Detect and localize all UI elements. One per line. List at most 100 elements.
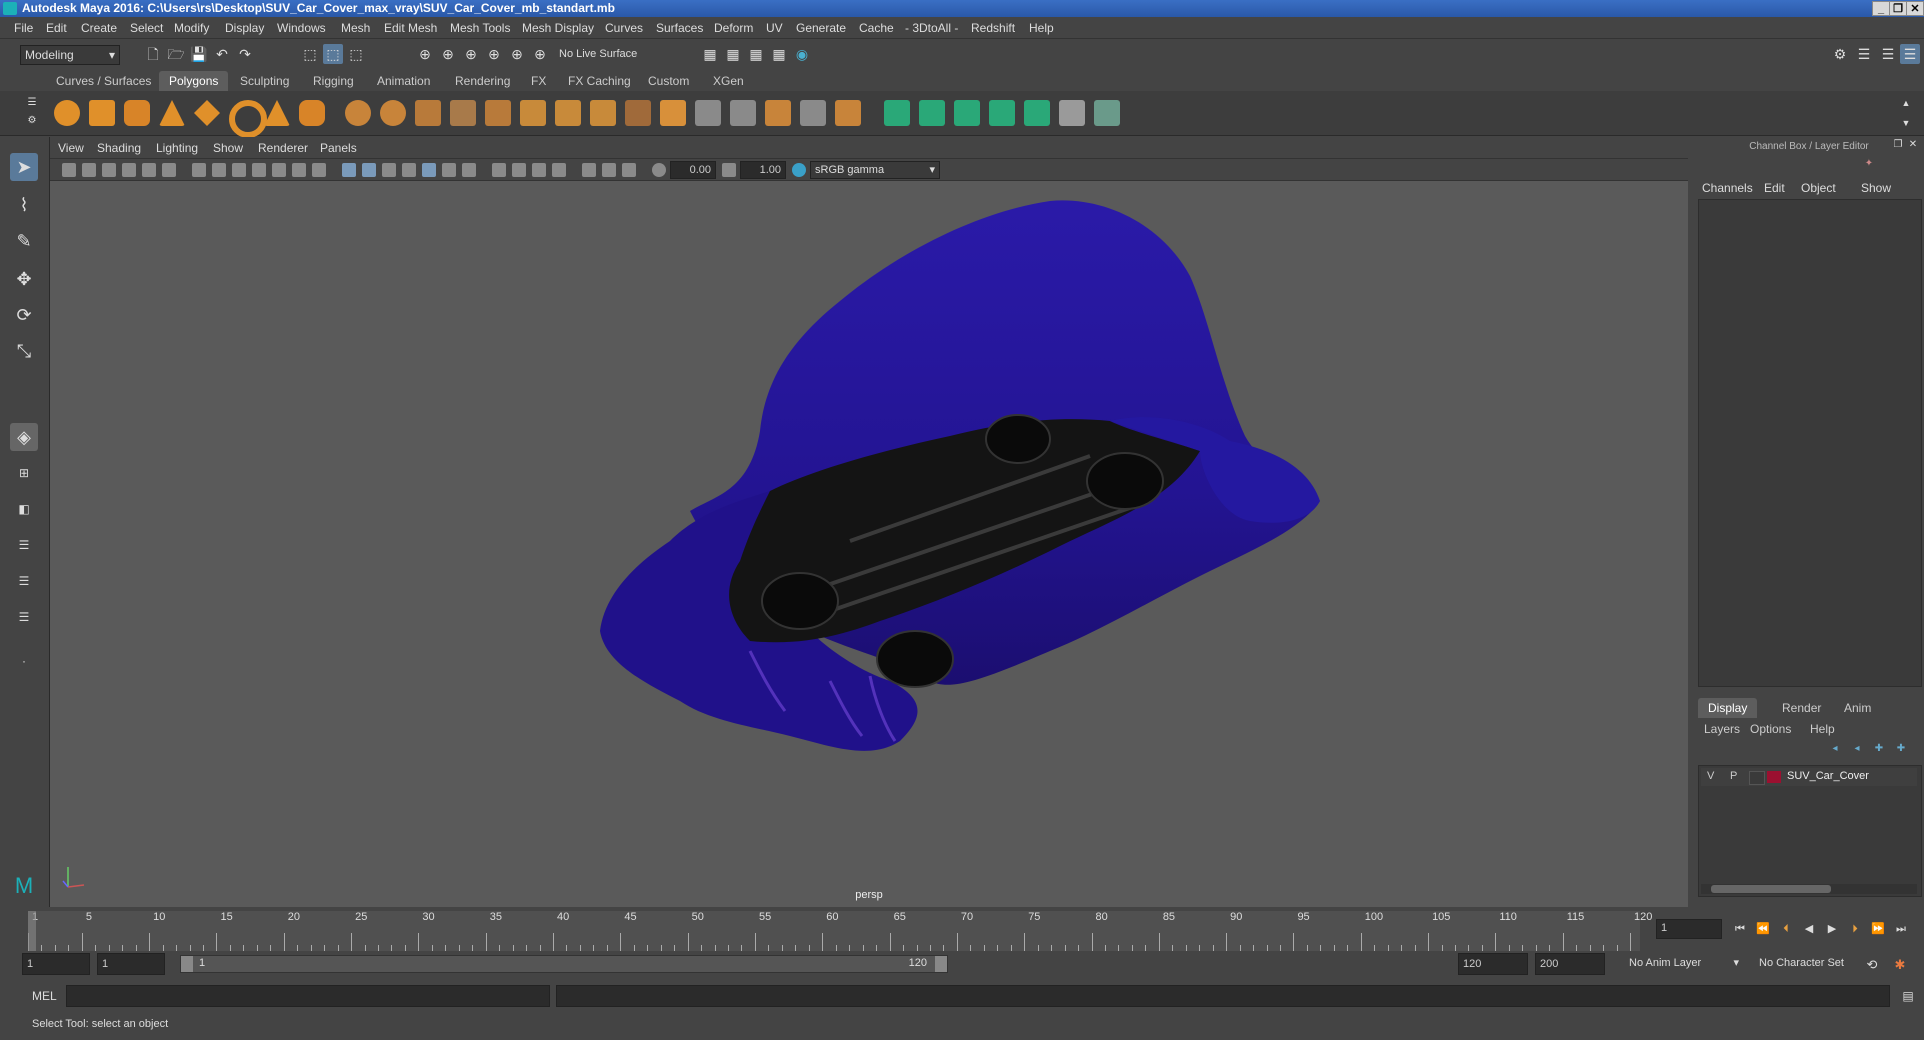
image-plane-icon[interactable] bbox=[122, 163, 136, 177]
time-ruler[interactable]: 1510152025303540455055606570758085909510… bbox=[28, 911, 1652, 951]
paint-select-icon[interactable]: ✎ bbox=[10, 227, 38, 255]
gamma-field[interactable]: 1.00 bbox=[740, 161, 786, 179]
step-forward-key-icon[interactable]: ⏩ bbox=[1868, 919, 1888, 939]
collapse-icon[interactable] bbox=[800, 100, 826, 126]
command-input[interactable] bbox=[66, 985, 550, 1007]
tab-rigging[interactable]: Rigging bbox=[303, 71, 364, 91]
menu-display[interactable]: Display bbox=[225, 21, 264, 35]
select-object-icon[interactable]: ⬚ bbox=[323, 44, 343, 64]
bridge-icon[interactable] bbox=[625, 100, 651, 126]
menu-mesh[interactable]: Mesh bbox=[341, 21, 370, 35]
smooth-icon[interactable] bbox=[450, 100, 476, 126]
tab-fx-caching[interactable]: FX Caching bbox=[558, 71, 641, 91]
extrude-icon[interactable] bbox=[555, 100, 581, 126]
tab-custom[interactable]: Custom bbox=[638, 71, 699, 91]
poly-pipe-icon[interactable] bbox=[299, 100, 325, 126]
menu-uv[interactable]: UV bbox=[766, 21, 783, 35]
combine-icon[interactable] bbox=[345, 100, 371, 126]
snap-point-icon[interactable]: ⊕ bbox=[461, 44, 481, 64]
rotate-tool-icon[interactable]: ⟳ bbox=[10, 301, 38, 329]
play-forwards-icon[interactable]: ▶ bbox=[1822, 919, 1842, 939]
playback-start-field[interactable]: 1 bbox=[97, 953, 165, 975]
auto-key-icon[interactable]: ⟲ bbox=[1862, 955, 1882, 975]
uv-cylindrical-icon[interactable] bbox=[919, 100, 945, 126]
suv-car-cover-model[interactable] bbox=[50, 181, 1688, 907]
menu-mesh-tools[interactable]: Mesh Tools bbox=[450, 21, 510, 35]
film-gate-icon[interactable] bbox=[212, 163, 226, 177]
layer-playback-toggle[interactable]: P bbox=[1730, 770, 1737, 782]
snap-live-icon[interactable]: ⊕ bbox=[507, 44, 527, 64]
attribute-editor-icon[interactable]: ☰ bbox=[1854, 44, 1874, 64]
wireframe-icon[interactable] bbox=[342, 163, 356, 177]
undo-icon[interactable]: ↶ bbox=[212, 44, 232, 64]
menu-mesh-display[interactable]: Mesh Display bbox=[522, 21, 594, 35]
tab-fx[interactable]: FX bbox=[521, 71, 556, 91]
color-management-icon[interactable] bbox=[792, 163, 806, 177]
grease-pencil-icon[interactable] bbox=[162, 163, 176, 177]
target-weld-icon[interactable] bbox=[730, 100, 756, 126]
menu-deform[interactable]: Deform bbox=[714, 21, 753, 35]
unfold-icon[interactable] bbox=[1094, 100, 1120, 126]
field-chart-icon[interactable] bbox=[272, 163, 286, 177]
move-layer-up-icon[interactable]: ◂ bbox=[1826, 741, 1844, 757]
shelf-scroll-up-icon[interactable]: ▲ bbox=[1896, 93, 1916, 113]
snap-view-plane-icon[interactable]: ⊕ bbox=[484, 44, 504, 64]
panel-menu-renderer[interactable]: Renderer bbox=[258, 141, 308, 155]
textured-icon[interactable] bbox=[402, 163, 416, 177]
append-icon[interactable] bbox=[660, 100, 686, 126]
extract-icon[interactable] bbox=[415, 100, 441, 126]
panel-menu-view[interactable]: View bbox=[58, 141, 84, 155]
snap-grid-icon[interactable]: ⊕ bbox=[415, 44, 435, 64]
panel-menu-panels[interactable]: Panels bbox=[320, 141, 357, 155]
menu-3dtoall[interactable]: - 3DtoAll - bbox=[905, 21, 958, 35]
uv-editor-icon[interactable] bbox=[1024, 100, 1050, 126]
move-layer-down-icon[interactable]: ◂ bbox=[1848, 741, 1866, 757]
channel-box-options-icon[interactable]: ✦ bbox=[1862, 157, 1876, 171]
xray-components-icon[interactable] bbox=[552, 163, 566, 177]
ipr-render-icon[interactable]: ▦ bbox=[723, 44, 743, 64]
depth-of-field-icon[interactable] bbox=[622, 163, 636, 177]
single-perspective-icon[interactable]: ◈ bbox=[10, 423, 38, 451]
wireframe-on-shaded-icon[interactable] bbox=[382, 163, 396, 177]
script-editor-icon[interactable]: ▤ bbox=[1898, 986, 1918, 1006]
go-to-start-icon[interactable]: ⏮ bbox=[1730, 919, 1750, 939]
tab-rendering[interactable]: Rendering bbox=[445, 71, 520, 91]
magnet-icon[interactable]: ⊕ bbox=[530, 44, 550, 64]
gate-mask-icon[interactable] bbox=[252, 163, 266, 177]
menu-file[interactable]: File bbox=[14, 21, 33, 35]
open-scene-icon[interactable]: 🗁 bbox=[166, 44, 186, 64]
tab-sculpting[interactable]: Sculpting bbox=[230, 71, 299, 91]
tool-settings-icon[interactable]: ☰ bbox=[1878, 44, 1898, 64]
motion-blur-icon[interactable] bbox=[582, 163, 596, 177]
lights-icon[interactable] bbox=[422, 163, 436, 177]
uv-spherical-icon[interactable] bbox=[954, 100, 980, 126]
menu-help[interactable]: Help bbox=[1029, 21, 1054, 35]
graph-layout-icon[interactable]: ☰ bbox=[10, 567, 38, 595]
menu-edit[interactable]: Edit bbox=[46, 21, 67, 35]
close-panel-icon[interactable]: ✕ bbox=[1906, 138, 1920, 152]
layer-row[interactable]: V P SUV_Car_Cover bbox=[1701, 768, 1917, 786]
playback-end-field[interactable]: 120 bbox=[1458, 953, 1528, 975]
channel-list[interactable] bbox=[1698, 199, 1922, 687]
panel-menu-show[interactable]: Show bbox=[213, 141, 243, 155]
menu-cache[interactable]: Cache bbox=[859, 21, 894, 35]
float-panel-icon[interactable]: ❐ bbox=[1891, 138, 1905, 152]
range-end-handle[interactable] bbox=[935, 956, 947, 972]
help-menu[interactable]: Help bbox=[1810, 722, 1835, 736]
poly-cylinder-icon[interactable] bbox=[124, 100, 150, 126]
ambient-occlusion-icon[interactable] bbox=[462, 163, 476, 177]
two-d-pan-icon[interactable] bbox=[142, 163, 156, 177]
range-start-handle[interactable] bbox=[181, 956, 193, 972]
lasso-tool-icon[interactable]: ⌇ bbox=[10, 191, 38, 219]
tab-render-layers[interactable]: Render bbox=[1772, 698, 1831, 718]
character-set-dropdown[interactable]: No Character Set bbox=[1755, 953, 1873, 975]
uv-automatic-icon[interactable] bbox=[989, 100, 1015, 126]
current-frame-field[interactable]: 1 bbox=[1656, 919, 1722, 939]
shelf-scroll-down-icon[interactable]: ▼ bbox=[1896, 113, 1916, 133]
tab-polygons[interactable]: Polygons bbox=[159, 71, 229, 91]
layer-color-swatch[interactable] bbox=[1767, 771, 1781, 783]
scale-tool-icon[interactable]: ⤡ bbox=[10, 337, 38, 365]
current-time-indicator[interactable] bbox=[28, 911, 36, 951]
outliner-layout-icon[interactable]: ☰ bbox=[10, 531, 38, 559]
poly-cube-icon[interactable] bbox=[89, 100, 115, 126]
